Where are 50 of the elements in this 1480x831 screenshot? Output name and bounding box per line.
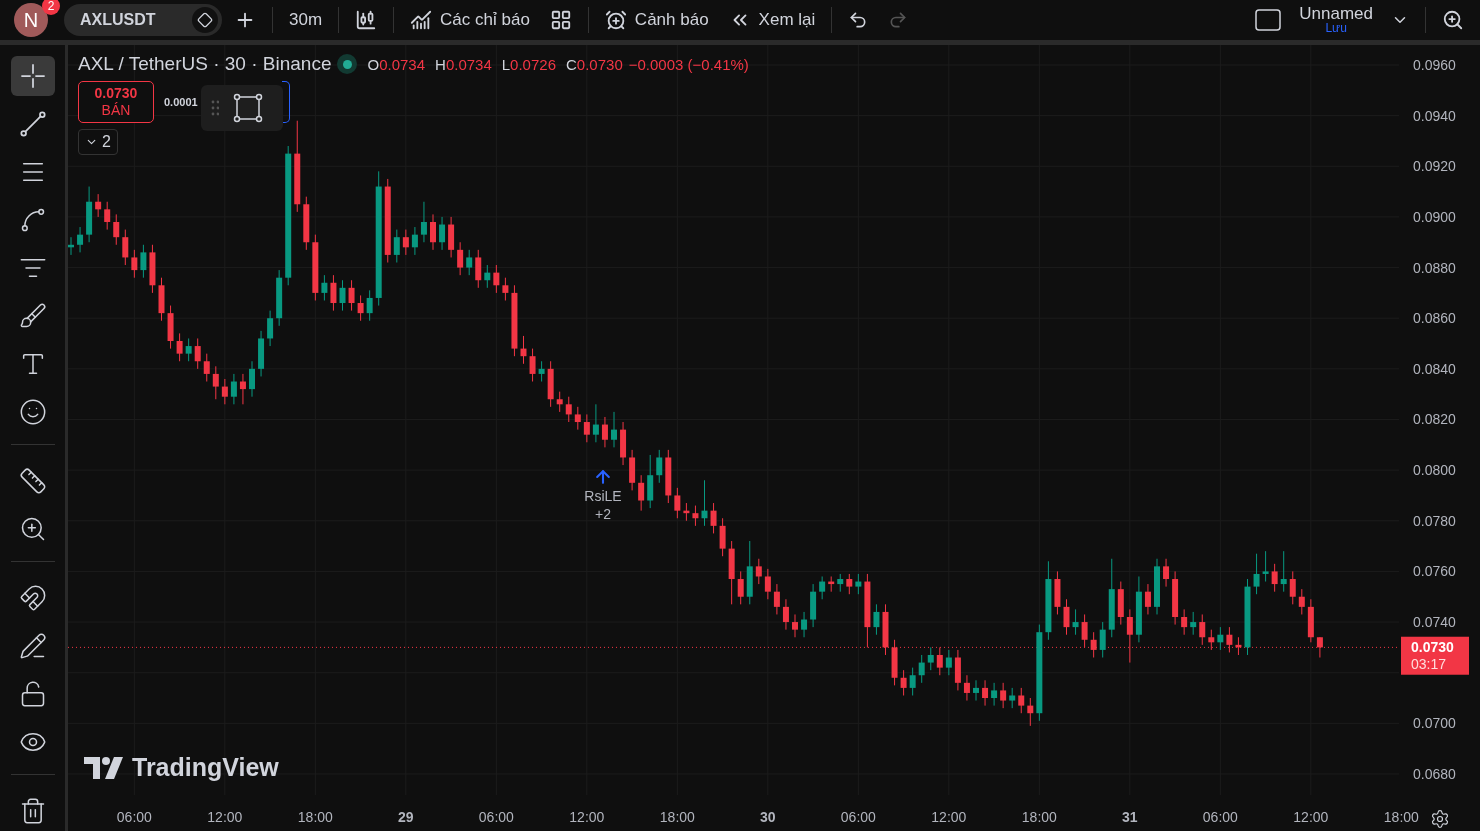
brand-name: TradingView: [132, 753, 279, 782]
signal-count: +2: [595, 505, 611, 523]
price-axis-label: 0.0740: [1413, 614, 1456, 631]
price-axis-label: 0.0820: [1413, 411, 1456, 428]
price-axis-label: 0.0920: [1413, 158, 1456, 175]
price-axis-label: 0.0780: [1413, 512, 1456, 529]
interval-button[interactable]: 30m: [281, 3, 331, 37]
time-axis-label: 12:00: [569, 809, 605, 825]
sell-button[interactable]: 0.0730 BÁN: [78, 81, 154, 123]
price-axis-label: 0.0800: [1413, 462, 1456, 479]
layout-name-button[interactable]: Unnamed Lưu: [1293, 5, 1379, 35]
time-axis-label: 18:00: [297, 809, 333, 825]
price-axis-label: 0.0940: [1413, 107, 1456, 124]
time-axis-label: 12:00: [1293, 809, 1329, 825]
current-price-tag: 0.0730 03:17: [1401, 637, 1469, 676]
time-axis-label: 12:00: [207, 809, 243, 825]
signal-label: RsiLE: [584, 487, 622, 505]
price-axis-label: 0.0900: [1413, 208, 1456, 225]
ohlc-value: H0.0734: [435, 55, 492, 73]
time-axis-label: 31: [1122, 809, 1138, 825]
ohlc-value: C0.0730: [566, 55, 623, 73]
user-avatar[interactable]: N: [14, 3, 48, 37]
price-axis-label: 0.0860: [1413, 310, 1456, 327]
time-axis-label: 18:00: [1383, 809, 1419, 825]
price-change: −0.0003 (−0.41%): [628, 55, 749, 73]
replay-button[interactable]: Xem lại: [720, 3, 824, 37]
time-axis-label: 18:00: [659, 809, 695, 825]
time-axis-label: 06:00: [478, 809, 514, 825]
time-axis-label: 29: [398, 809, 414, 825]
price-axis-label: 0.0840: [1413, 360, 1456, 377]
spread-value: 0.0001: [164, 96, 198, 108]
price-axis-label: 0.0760: [1413, 563, 1456, 580]
notification-badge: 2: [42, 0, 60, 15]
symbol-search[interactable]: AXLUSDT: [64, 4, 222, 36]
ohlc-value: O0.0734: [367, 55, 426, 73]
price-axis-label: 0.0960: [1413, 57, 1456, 73]
time-axis-label: 06:00: [840, 809, 876, 825]
price-axis-label: 0.0700: [1413, 715, 1456, 732]
time-axis-label: 06:00: [1202, 809, 1238, 825]
time-axis-label: 30: [760, 809, 776, 825]
time-axis-label: 18:00: [1021, 809, 1057, 825]
time-axis-label: 12:00: [931, 809, 967, 825]
indicators-button[interactable]: Các chỉ báo: [402, 3, 538, 37]
symbol-title[interactable]: AXL / TetherUS · 30 · Binance: [78, 53, 332, 75]
price-axis-label: 0.0680: [1413, 765, 1456, 782]
time-axis-label: 06:00: [116, 809, 152, 825]
price-axis-label: 0.0880: [1413, 259, 1456, 276]
indicators-collapse-button[interactable]: 2: [78, 129, 118, 155]
alerts-button[interactable]: Cảnh báo: [596, 3, 717, 37]
ohlc-value: L0.0726: [501, 55, 556, 73]
